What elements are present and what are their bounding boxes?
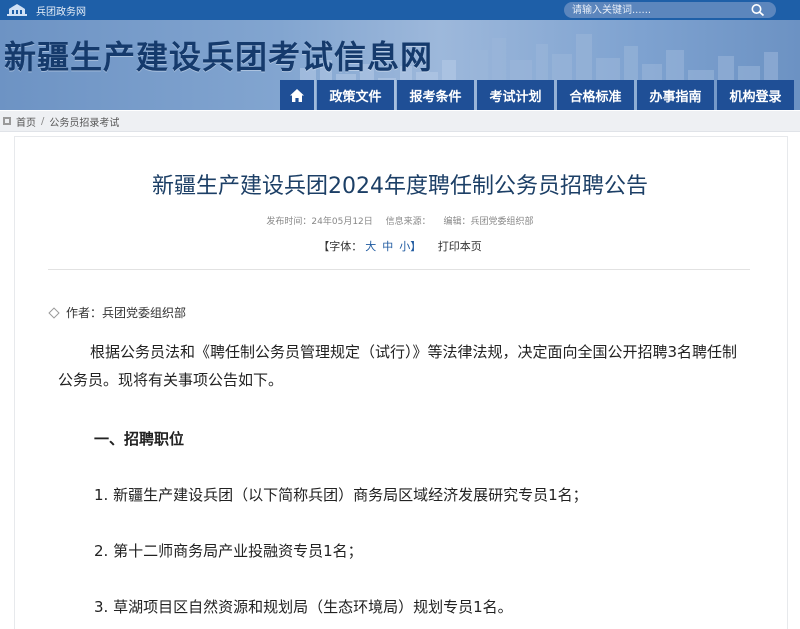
nav-passing-standard[interactable]: 合格标准 bbox=[557, 80, 634, 110]
main-nav: 政策文件 报考条件 考试计划 合格标准 办事指南 机构登录 bbox=[280, 80, 797, 110]
nav-exam-plan[interactable]: 考试计划 bbox=[477, 80, 554, 110]
article-meta: 发布时间：24年05月12日 信息来源： 编辑：兵团党委组织部 bbox=[0, 214, 800, 227]
nav-home-button[interactable] bbox=[280, 80, 314, 110]
section-heading: 一、招聘职位 bbox=[94, 430, 185, 448]
nav-institution-login[interactable]: 机构登录 bbox=[717, 80, 794, 110]
font-large-button[interactable]: 大 bbox=[365, 240, 376, 253]
publish-time: 发布时间：24年05月12日 bbox=[266, 217, 373, 227]
location-icon bbox=[3, 117, 11, 125]
breadcrumb-home-link[interactable]: 首页 bbox=[16, 118, 36, 129]
breadcrumb-current-link[interactable]: 公务员招录考试 bbox=[49, 118, 119, 129]
font-small-button[interactable]: 小】 bbox=[399, 240, 421, 253]
author-line: 作者：兵团党委组织部 bbox=[48, 304, 187, 321]
position-item-3: 3. 草湖项目区自然资源和规划局（生态环境局）规划专员1名。 bbox=[94, 598, 513, 616]
intro-paragraph: 根据公务员法和《聘任制公务员管理规定（试行）》等法律法规，决定面向全国公开招聘3… bbox=[58, 343, 738, 389]
article-title: 新疆生产建设兵团2024年度聘任制公务员招聘公告 bbox=[152, 174, 648, 199]
breadcrumb-separator: / bbox=[41, 115, 45, 127]
font-size-label: 【字体： bbox=[318, 240, 363, 253]
font-medium-button[interactable]: 中 bbox=[382, 240, 393, 253]
editor: 编辑：兵团党委组织部 bbox=[443, 217, 534, 227]
breadcrumb: 首页 / 公务员招录考试 bbox=[0, 111, 800, 132]
print-page-button[interactable]: 打印本页 bbox=[438, 240, 482, 253]
position-item-2: 2. 第十二师商务局产业投融资专员1名； bbox=[94, 542, 363, 560]
search-box bbox=[564, 2, 776, 18]
position-item-1: 1. 新疆生产建设兵团（以下简称兵团）商务局区域经济发展研究专员1名； bbox=[94, 486, 588, 504]
nav-service-guide[interactable]: 办事指南 bbox=[637, 80, 714, 110]
nav-policy-files[interactable]: 政策文件 bbox=[317, 80, 394, 110]
info-source: 信息来源： bbox=[385, 217, 431, 227]
gov-portal-label[interactable]: 兵团政务网 bbox=[36, 3, 86, 18]
title-divider bbox=[48, 269, 750, 270]
diamond-bullet-icon bbox=[48, 306, 60, 319]
top-bar: 兵团政务网 bbox=[0, 0, 800, 20]
gov-portal-link[interactable]: 兵团政务网 bbox=[0, 0, 86, 20]
nav-eligibility[interactable]: 报考条件 bbox=[397, 80, 474, 110]
building-logo-icon bbox=[7, 4, 27, 16]
author-text: 作者：兵团党委组织部 bbox=[66, 306, 187, 320]
site-title: 新疆生产建设兵团考试信息网 bbox=[4, 38, 434, 76]
article-tools: 【字体：大中小】 打印本页 bbox=[0, 238, 800, 254]
home-icon bbox=[290, 88, 304, 102]
search-input[interactable] bbox=[572, 3, 742, 17]
search-icon[interactable] bbox=[750, 3, 766, 17]
